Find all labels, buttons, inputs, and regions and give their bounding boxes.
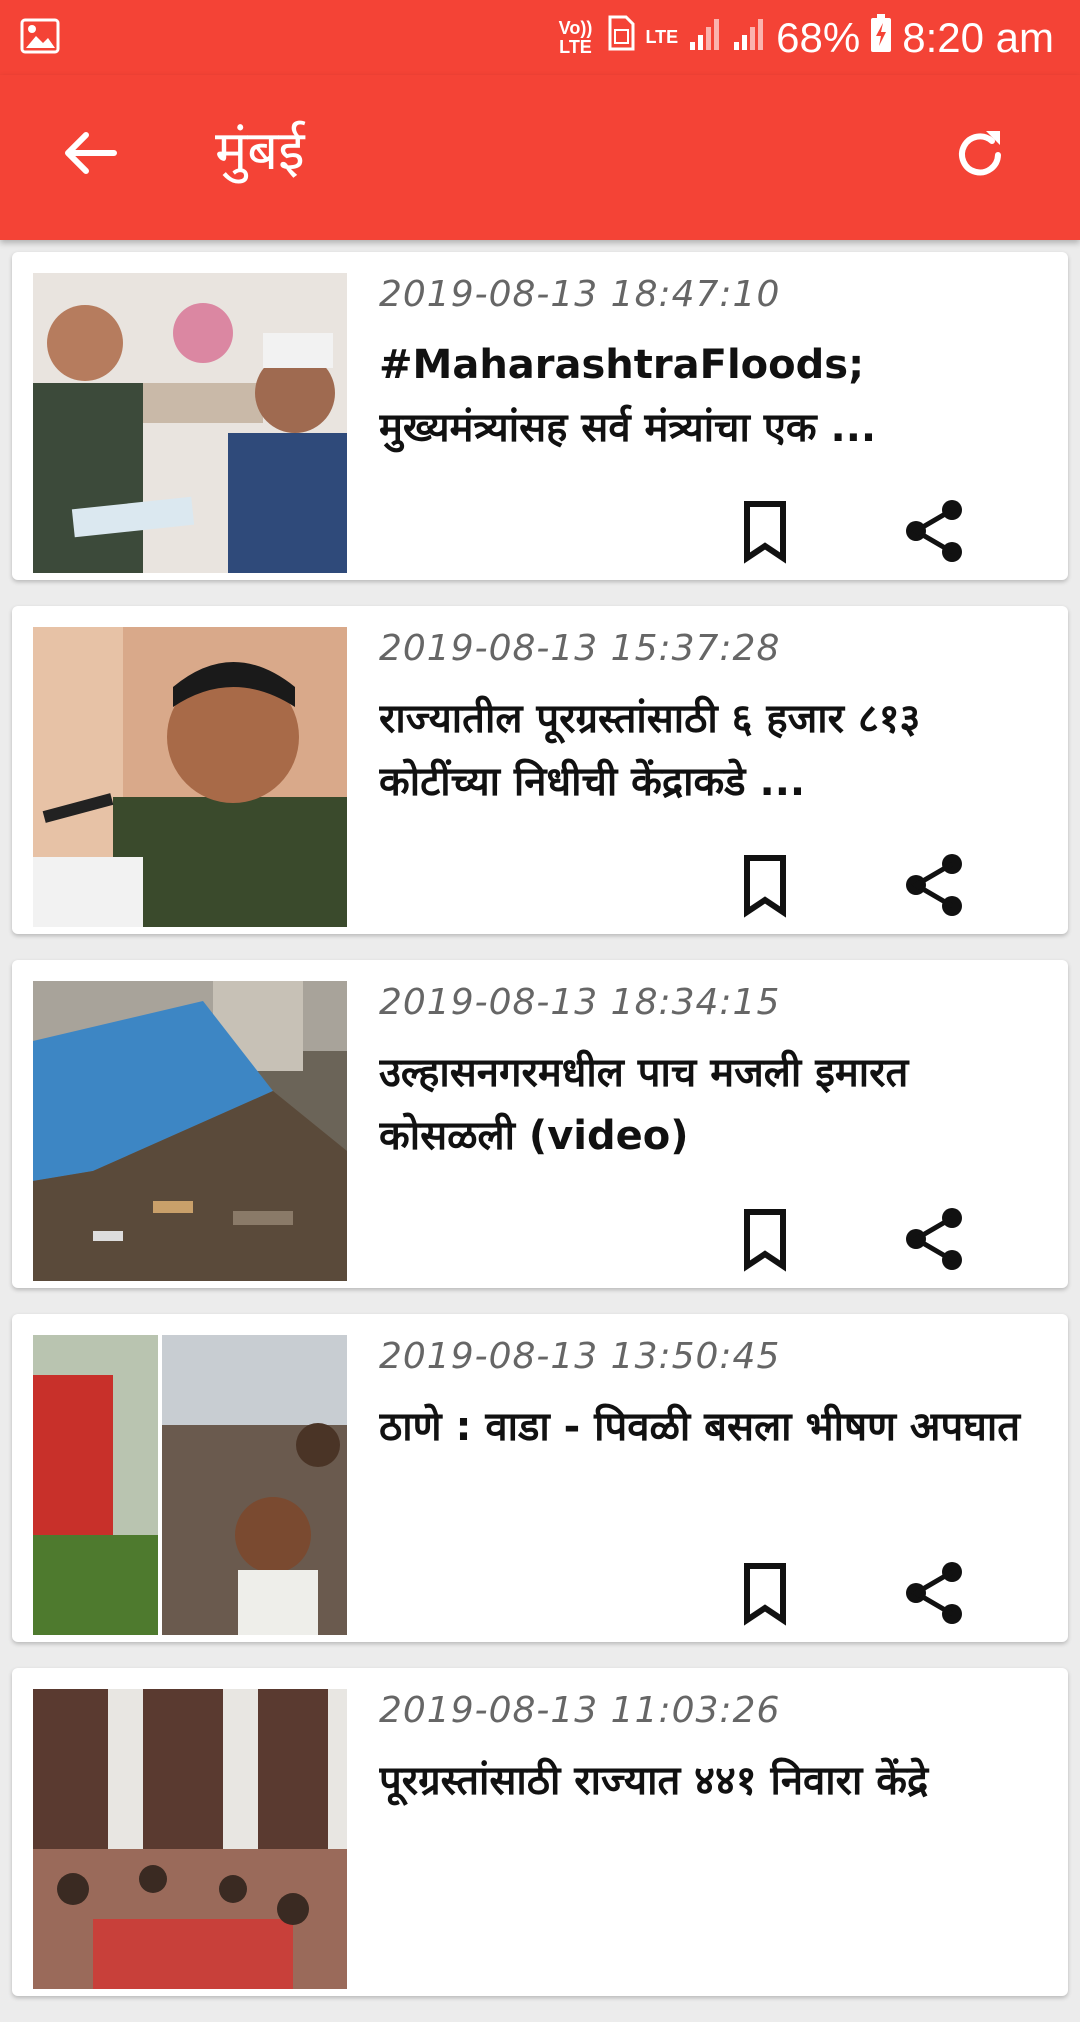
share-button[interactable] <box>900 1204 970 1274</box>
page-title: मुंबई <box>215 119 305 182</box>
article-thumbnail[interactable] <box>33 273 347 573</box>
news-card[interactable]: 2019-08-13 18:47:10 #MaharashtraFloods; … <box>12 252 1068 580</box>
article-date: 2019-08-13 15:37:28 <box>379 628 781 669</box>
article-thumbnail[interactable] <box>33 981 347 1281</box>
article-thumbnail[interactable] <box>33 1335 347 1635</box>
article-date: 2019-08-13 13:50:45 <box>379 1336 781 1377</box>
share-button[interactable] <box>900 496 970 566</box>
refresh-icon <box>959 131 1001 176</box>
article-headline[interactable]: पूरग्रस्तांसाठी राज्यात ४४१ निवारा केंद्… <box>379 1750 1049 1813</box>
bookmark-icon <box>744 501 786 564</box>
article-thumbnail[interactable] <box>33 627 347 927</box>
share-button[interactable] <box>900 850 970 920</box>
article-headline[interactable]: ठाणे : वाडा - पिवळी बसला भीषण अपघात <box>379 1396 1049 1459</box>
bookmark-button[interactable] <box>735 850 795 920</box>
bookmark-button[interactable] <box>735 496 795 566</box>
share-icon <box>906 1562 962 1624</box>
article-date: 2019-08-13 18:47:10 <box>379 274 781 315</box>
article-headline[interactable]: #MaharashtraFloods; मुख्यमंत्र्यांसह सर्… <box>379 334 1049 460</box>
news-card[interactable]: 2019-08-13 15:37:28 राज्यातील पूरग्रस्ता… <box>12 606 1068 934</box>
hd-sim-icon <box>606 13 636 63</box>
bookmark-icon <box>744 855 786 918</box>
article-headline[interactable]: राज्यातील पूरग्रस्तांसाठी ६ हजार ८१३ कोट… <box>379 688 1049 814</box>
battery-charging-icon <box>870 13 892 63</box>
back-button[interactable] <box>48 115 128 195</box>
volte-indicator: Vo)) LTE <box>558 17 593 57</box>
gallery-notification-icon <box>20 18 60 58</box>
news-card[interactable]: 2019-08-13 13:50:45 ठाणे : वाडा - पिवळी … <box>12 1314 1068 1642</box>
share-icon <box>906 1208 962 1270</box>
refresh-button[interactable] <box>940 115 1020 195</box>
article-date: 2019-08-13 11:03:26 <box>379 1690 781 1731</box>
share-icon <box>906 500 962 562</box>
news-list: 2019-08-13 18:47:10 #MaharashtraFloods; … <box>12 252 1068 2022</box>
signal-strength-icon <box>688 14 722 62</box>
article-thumbnail[interactable] <box>33 1689 347 1989</box>
lte-indicator: LTE <box>645 27 679 47</box>
bookmark-icon <box>744 1209 786 1272</box>
share-icon <box>906 854 962 916</box>
article-headline[interactable]: उल्हासनगरमधील पाच मजली इमारत कोसळली (vid… <box>379 1042 1049 1168</box>
news-card[interactable]: 2019-08-13 18:34:15 उल्हासनगरमधील पाच मज… <box>12 960 1068 1288</box>
bookmark-icon <box>744 1563 786 1626</box>
share-button[interactable] <box>900 1558 970 1628</box>
app-toolbar: मुंबई <box>0 75 1080 240</box>
arrow-back-icon <box>65 132 117 174</box>
battery-percentage: 68% <box>776 13 861 61</box>
bookmark-button[interactable] <box>735 1558 795 1628</box>
article-date: 2019-08-13 18:34:15 <box>379 982 781 1023</box>
news-card[interactable]: 2019-08-13 11:03:26 पूरग्रस्तांसाठी राज्… <box>12 1668 1068 1996</box>
signal-strength-2-icon <box>732 14 766 62</box>
clock: 8:20 am <box>902 13 1054 61</box>
bookmark-button[interactable] <box>735 1204 795 1274</box>
status-bar: Vo)) LTE LTE 68% 8:20 am <box>0 0 1080 75</box>
